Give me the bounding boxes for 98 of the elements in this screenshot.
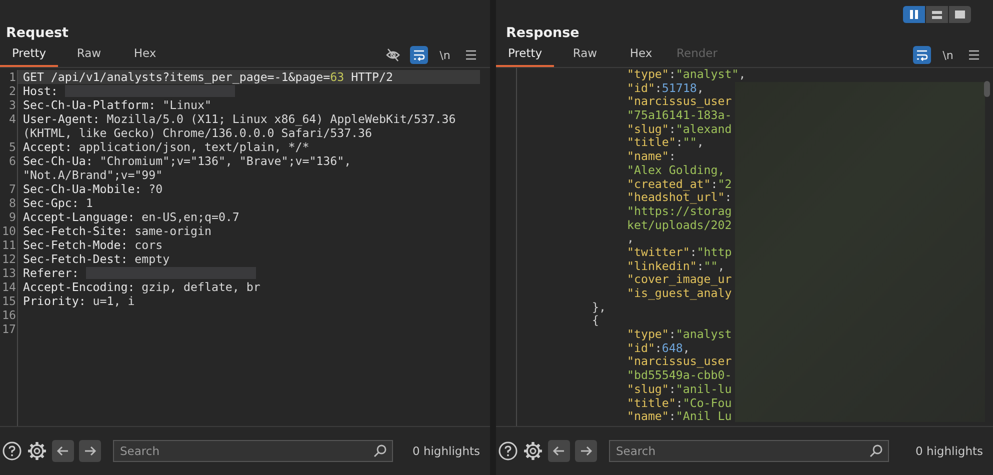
code-line: Accept-Language: en-US,en;q=0.7 — [22, 210, 240, 224]
tab[interactable]: Hex — [616, 46, 666, 67]
tab[interactable]: Raw — [64, 46, 114, 67]
newline-button[interactable]: \n — [939, 46, 957, 64]
line-number: 2 — [9, 84, 16, 98]
line-number: 15 — [2, 294, 16, 308]
wrap-button[interactable] — [913, 46, 931, 64]
line-number: 10 — [2, 224, 16, 238]
code-line: "headshot_url": — [627, 191, 732, 205]
code-line: "cover_image_ur — [627, 273, 732, 287]
wrap-button[interactable] — [410, 46, 428, 64]
code-line: "https://storag — [627, 204, 732, 219]
layout-toggle[interactable] — [903, 6, 925, 23]
arrow-left-icon — [56, 444, 70, 458]
tab[interactable]: Hex — [120, 46, 170, 67]
code-line: "created_at":"2 — [627, 178, 732, 192]
forward-button[interactable] — [79, 440, 101, 462]
code-line: Host: — [22, 84, 58, 98]
code-line: "Not.A/Brand";v="99" — [22, 168, 164, 182]
arrow-right-icon — [83, 444, 97, 458]
line-number: 1 — [9, 70, 16, 84]
code-line: Sec-Ch-Ua-Platform: "Linux" — [22, 98, 212, 112]
line-number: 14 — [2, 280, 16, 294]
single-layout-icon — [953, 8, 967, 21]
highlights-count: 0 highlights — [412, 444, 480, 458]
pane-title: Response — [505, 24, 580, 43]
code-line: "bd55549a-cbb0- — [627, 369, 732, 383]
code-line: "id":51718, — [627, 82, 704, 96]
tab[interactable]: Pretty — [496, 46, 554, 67]
line-number: 4 — [9, 112, 16, 126]
code-line: (KHTML, like Gecko) Chrome/136.0.0.0 Safari/537.36 — [22, 126, 374, 140]
newline-button[interactable]: \n — [436, 46, 454, 64]
code-line: "name":"Anil Lu — [627, 410, 732, 424]
code-line: "twitter":"http — [627, 246, 732, 260]
code-line: "Alex Golding, — [627, 164, 725, 178]
tab[interactable]: Raw — [560, 46, 610, 67]
code-line: Sec-Gpc: 1 — [22, 196, 94, 210]
line-number: 7 — [9, 182, 16, 196]
highlights-count: 0 highlights — [915, 444, 983, 458]
arrow-right-icon — [579, 444, 593, 458]
line-number: 12 — [2, 252, 16, 266]
search-icon — [373, 444, 387, 458]
code-line: Sec-Fetch-Mode: cors — [22, 238, 164, 252]
code-line: "title":"", — [627, 136, 704, 150]
code-line: "type":"analyst", — [627, 68, 746, 82]
line-number: 6 — [9, 154, 16, 168]
code-line: "narcissus_user — [627, 95, 732, 110]
code-line: Sec-Ch-Ua: "Chromium";v="136", "Brave";v="136", — [22, 154, 352, 168]
code-line: Sec-Fetch-Dest: empty — [22, 252, 171, 266]
code-line: "id":648, — [627, 342, 690, 356]
arrow-left-icon — [552, 444, 566, 458]
code-line: "slug":"anil-lu — [627, 382, 732, 396]
line-number: 13 — [2, 266, 16, 280]
search-field[interactable]: Search — [113, 440, 393, 462]
line-number: 16 — [2, 308, 16, 322]
code-line: "narcissus_user — [627, 355, 732, 370]
line-number: 3 — [9, 98, 16, 112]
line-number: 17 — [2, 322, 16, 336]
code-line: Priority: u=1, i — [22, 294, 136, 308]
search-icon — [869, 444, 883, 458]
code-line: "title":"Co-Fou — [627, 396, 732, 410]
columns-layout-icon — [907, 8, 921, 21]
forward-button[interactable] — [575, 440, 597, 462]
code-line: Sec-Fetch-Site: same-origin — [22, 224, 212, 238]
line-number: 9 — [9, 210, 16, 224]
eye-slash-icon — [385, 47, 401, 63]
eye-slash-button[interactable] — [384, 46, 402, 64]
help-icon[interactable] — [498, 441, 518, 461]
code-line: "linkedin":"", — [627, 260, 725, 274]
code-line: User-Agent: Mozilla/5.0 (X11; Linux x86_64) AppleWebKit/537.36 — [22, 112, 457, 126]
code-line: "slug":"alexand — [627, 122, 732, 136]
layout-toggle[interactable] — [926, 6, 948, 23]
help-icon[interactable] — [2, 441, 22, 461]
settings-icon[interactable] — [27, 441, 47, 461]
back-button[interactable] — [548, 440, 570, 462]
line-number: 5 — [9, 140, 16, 154]
code-line: }, — [592, 300, 606, 314]
code-line: { — [592, 314, 599, 328]
code-line: "75a16141-183a- — [627, 109, 732, 123]
settings-icon[interactable] — [523, 441, 543, 461]
line-number: 11 — [2, 238, 16, 252]
layout-toggle[interactable] — [949, 6, 971, 23]
code-line: "name": — [627, 150, 676, 164]
search-field[interactable]: Search — [609, 440, 889, 462]
code-line: ket/uploads/202 — [627, 218, 732, 232]
code-line: Accept-Encoding: gzip, deflate, br — [22, 280, 262, 294]
code-line: "is_guest_analy — [627, 287, 732, 301]
rows-layout-icon — [930, 8, 944, 21]
pane-title: Request — [5, 24, 70, 43]
code-line: Accept: application/json, text/plain, */* — [22, 140, 310, 154]
code-line: "type":"analyst — [627, 328, 732, 342]
tab[interactable]: Pretty — [0, 46, 58, 67]
back-button[interactable] — [52, 440, 74, 462]
line-number: 8 — [9, 196, 16, 210]
code-line: Sec-Ch-Ua-Mobile: ?0 — [22, 182, 164, 196]
code-line: , — [627, 232, 634, 246]
code-line: Referer: — [22, 266, 79, 280]
scrollbar-thumb[interactable] — [984, 81, 990, 97]
